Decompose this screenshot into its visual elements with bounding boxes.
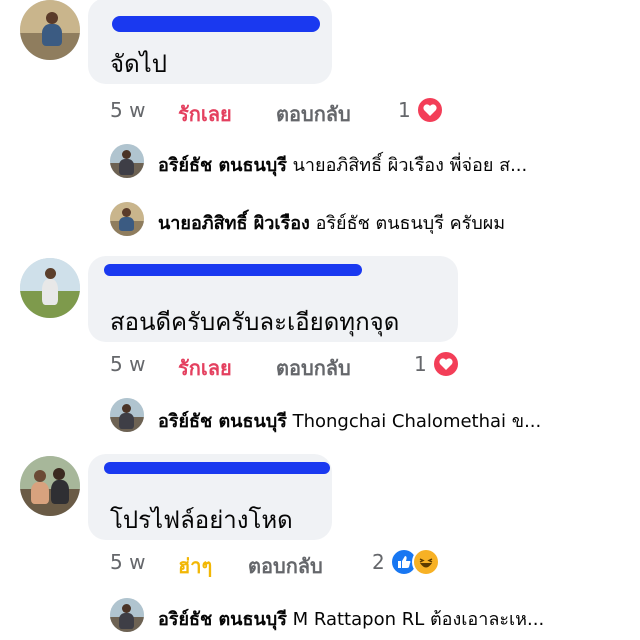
commenter-avatar[interactable]	[20, 456, 80, 516]
reply-author[interactable]: อริย์ธัช ตนธนบุรี	[158, 155, 287, 176]
reply-author[interactable]: อริย์ธัช ตนธนบุรี	[158, 411, 287, 432]
reaction-count[interactable]: 1	[398, 98, 411, 122]
reply-author[interactable]: นายอภิสิทธิ์ ผิวเรือง	[158, 213, 310, 234]
redacted-commenter-name	[104, 462, 330, 474]
reaction-count[interactable]: 1	[414, 352, 427, 376]
love-reaction-button[interactable]: รักเลย	[178, 98, 232, 130]
commenter-avatar[interactable]	[20, 258, 80, 318]
reply-button[interactable]: ตอบกลับ	[276, 98, 351, 130]
love-reaction-button[interactable]: รักเลย	[178, 352, 232, 384]
reply-avatar[interactable]	[110, 398, 144, 432]
haha-reaction-button[interactable]: ฮ่าๆ	[178, 550, 212, 582]
comment-text: โปรไฟล์อย่างโหด	[110, 506, 293, 534]
reply-text: นายอภิสิทธิ์ ผิวเรือง พี่จ่อย ส...	[292, 155, 528, 176]
reply-item: อริย์ธัช ตนธนบุรี M Rattapon RL ต้องเอาล…	[158, 604, 544, 633]
comment-text: จัดไป	[110, 50, 167, 78]
reply-button[interactable]: ตอบกลับ	[248, 550, 323, 582]
comment-timestamp[interactable]: 5 w	[110, 98, 145, 122]
redacted-commenter-name	[104, 264, 362, 276]
reply-author[interactable]: อริย์ธัช ตนธนบุรี	[158, 609, 287, 630]
reply-item: อริย์ธัช ตนธนบุรี นายอภิสิทธิ์ ผิวเรือง …	[158, 150, 527, 179]
comment-timestamp[interactable]: 5 w	[110, 352, 145, 376]
reaction-count[interactable]: 2	[372, 550, 385, 574]
reply-avatar[interactable]	[110, 598, 144, 632]
reply-avatar[interactable]	[110, 144, 144, 178]
reply-avatar[interactable]	[110, 202, 144, 236]
redacted-commenter-name	[112, 16, 320, 32]
reply-text: M Rattapon RL ต้องเอาละเห...	[292, 609, 545, 630]
heart-icon	[432, 350, 460, 378]
comment-timestamp[interactable]: 5 w	[110, 550, 145, 574]
reply-text: อริย์ธัช ตนธนบุรี ครับผม	[315, 213, 506, 234]
reply-item: นายอภิสิทธิ์ ผิวเรือง อริย์ธัช ตนธนบุรี …	[158, 208, 505, 237]
reply-button[interactable]: ตอบกลับ	[276, 352, 351, 384]
reply-item: อริย์ธัช ตนธนบุรี Thongchai Chalomethai …	[158, 406, 541, 435]
reply-text: Thongchai Chalomethai ข...	[292, 411, 542, 432]
haha-icon	[412, 548, 440, 576]
commenter-avatar[interactable]	[20, 0, 80, 60]
heart-icon	[416, 96, 444, 124]
comment-text: สอนดีครับครับละเอียดทุกจุด	[110, 308, 400, 336]
